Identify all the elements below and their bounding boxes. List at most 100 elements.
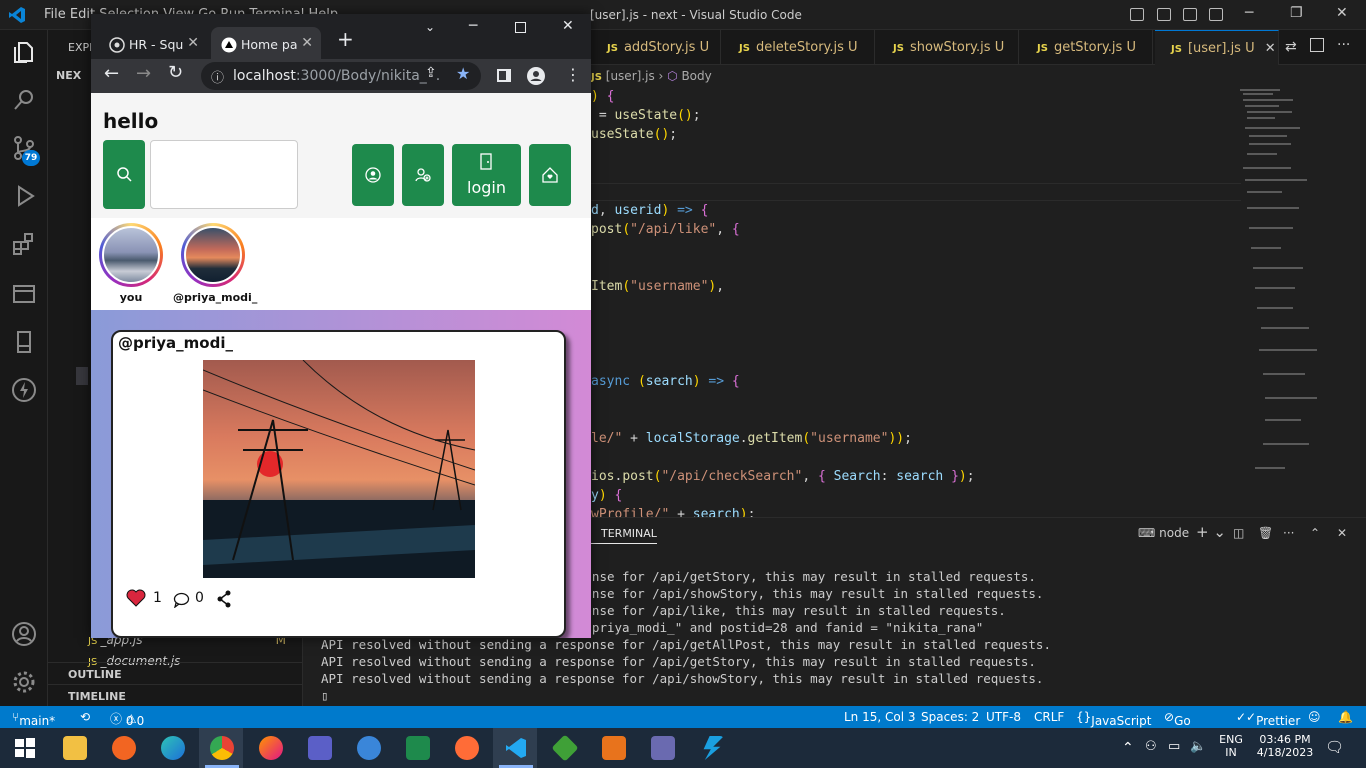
story-avatar-you[interactable] — [99, 223, 163, 287]
run-debug-icon[interactable] — [10, 182, 38, 210]
app-orange-icon[interactable] — [112, 736, 136, 760]
restore-icon[interactable]: ❐ — [1290, 5, 1303, 21]
post-author[interactable]: @priya_modi_ — [118, 334, 233, 352]
vscode-taskbar-icon[interactable] — [504, 736, 528, 760]
compare-icon[interactable]: ⇄ — [1285, 39, 1297, 55]
close-window-icon[interactable]: ✕ — [562, 18, 574, 34]
search-input[interactable] — [150, 140, 298, 209]
edge-icon[interactable] — [161, 736, 185, 760]
search-icon[interactable] — [10, 86, 38, 114]
tray-icon[interactable]: ⚇ — [1145, 739, 1157, 754]
forward-icon[interactable]: → — [136, 63, 151, 84]
folder-label[interactable]: NEX — [56, 69, 81, 82]
terminal-shell-selector[interactable]: ⌨ node — [1138, 526, 1189, 540]
back-icon[interactable]: ← — [104, 63, 119, 84]
browser-tab-home[interactable]: Home pa ✕ — [211, 27, 321, 62]
customize-layout-icon[interactable] — [1209, 8, 1223, 21]
kill-terminal-icon[interactable]: 🗑 — [1258, 526, 1273, 540]
thunder-client-icon[interactable] — [10, 376, 38, 404]
chrome-taskbar-icon[interactable] — [210, 736, 234, 760]
reload-icon[interactable]: ↻ — [168, 62, 183, 83]
home-button[interactable] — [529, 144, 571, 206]
app-chart-icon[interactable] — [406, 736, 430, 760]
feedback-icon[interactable]: ☺ — [1308, 710, 1321, 724]
node-icon[interactable] — [551, 734, 579, 762]
share-icon[interactable] — [216, 590, 232, 608]
cursor-position[interactable]: Ln 15, Col 3 — [844, 710, 916, 724]
new-terminal-icon[interactable]: + ⌄ — [1196, 523, 1226, 541]
profile-button[interactable] — [352, 144, 394, 206]
add-user-button[interactable] — [402, 144, 444, 206]
clock[interactable]: 03:46 PM 4/18/2023 — [1255, 733, 1315, 759]
app-network-icon[interactable] — [651, 736, 675, 760]
maximize-icon[interactable] — [515, 22, 526, 33]
login-button[interactable]: login — [452, 144, 521, 206]
toggle-sidebar-icon[interactable] — [1130, 8, 1144, 21]
site-info-icon[interactable]: ⓘ — [211, 67, 224, 86]
split-editor-icon[interactable] — [1310, 38, 1324, 52]
testing-icon[interactable] — [10, 328, 38, 356]
bookmark-star-icon[interactable]: ★ — [456, 64, 471, 83]
extensions-icon[interactable] — [10, 230, 38, 258]
tab-getstory[interactable]: JS getStory.js U — [1021, 30, 1153, 65]
close-icon[interactable]: ✕ — [1336, 5, 1348, 21]
xampp-icon[interactable] — [602, 736, 626, 760]
toggle-panel-icon[interactable] — [1157, 8, 1171, 21]
story-avatar-priya[interactable] — [181, 223, 245, 287]
share-icon[interactable]: ⇪ — [425, 65, 437, 81]
tab-search-icon[interactable]: ⌄ — [425, 20, 435, 34]
problems-status[interactable]: ⓧ 0 ⚠ 0 — [110, 710, 144, 728]
teams-icon[interactable] — [308, 736, 332, 760]
timeline-section[interactable]: TIMELINE — [48, 684, 303, 706]
profile-icon[interactable] — [527, 67, 545, 85]
line-ending[interactable]: CRLF — [1034, 710, 1064, 724]
tab-showstory[interactable]: JS showStory.js U — [877, 30, 1019, 65]
encoding[interactable]: UTF-8 — [986, 710, 1021, 724]
panel-more-icon[interactable]: ··· — [1283, 526, 1294, 540]
post-image[interactable] — [203, 360, 475, 578]
tab-addstory[interactable]: JS addStory.js U — [591, 30, 721, 65]
more-actions-icon[interactable]: ··· — [1337, 37, 1350, 53]
prettier[interactable]: ✓✓ Prettier — [1236, 710, 1300, 728]
chrome-menu-icon[interactable]: ⋮ — [565, 65, 581, 84]
remote-explorer-icon[interactable] — [10, 280, 38, 308]
terminal-tab[interactable]: TERMINAL — [591, 527, 657, 544]
like-heart-icon[interactable] — [126, 589, 146, 607]
minimize-icon[interactable]: ─ — [469, 18, 477, 34]
tab-deletestory[interactable]: JS deleteStory.js U — [723, 30, 875, 65]
go-live[interactable]: ⊘ Go Live — [1164, 710, 1199, 742]
input-language[interactable]: ENG IN — [1216, 733, 1246, 759]
network-icon[interactable]: ▭ — [1168, 739, 1180, 754]
side-panel-icon[interactable] — [497, 69, 511, 82]
maximize-panel-icon[interactable]: ⌃ — [1310, 526, 1320, 540]
sync-icon[interactable]: ⟲ — [80, 710, 90, 724]
windows-start-icon[interactable] — [13, 736, 37, 760]
indentation[interactable]: Spaces: 2 — [921, 710, 979, 724]
address-bar[interactable]: ⓘ localhost:3000/Body/nikita_... — [201, 62, 481, 90]
app-lightning-icon[interactable] — [703, 736, 724, 760]
close-tab-icon[interactable]: ✕ — [187, 35, 199, 51]
split-terminal-icon[interactable]: ◫ — [1233, 526, 1244, 540]
browser-tab-hr[interactable]: HR - Squ ✕ — [99, 27, 207, 62]
new-tab-icon[interactable]: + — [337, 27, 354, 51]
minimize-icon[interactable]: ─ — [1245, 5, 1253, 21]
close-tab-icon[interactable]: ✕ — [1265, 41, 1276, 56]
tab-user-js[interactable]: JS [user].js U ✕ — [1155, 30, 1279, 65]
toggle-secondary-sidebar-icon[interactable] — [1183, 8, 1197, 21]
outline-section[interactable]: OUTLINE — [48, 662, 303, 684]
firefox-icon[interactable] — [259, 736, 283, 760]
close-panel-icon[interactable]: ✕ — [1337, 526, 1347, 540]
comment-icon[interactable] — [173, 592, 190, 608]
language-mode[interactable]: {} JavaScript — [1076, 710, 1151, 728]
minimap[interactable] — [1235, 87, 1330, 497]
accounts-icon[interactable] — [10, 620, 38, 648]
notifications-icon[interactable]: 🔔 — [1338, 710, 1353, 724]
search-button[interactable] — [103, 140, 145, 209]
settings-gear-icon[interactable] — [10, 668, 38, 696]
action-center-icon[interactable]: 🗨 — [1325, 738, 1344, 756]
close-tab-icon[interactable]: ✕ — [301, 35, 313, 51]
postman-icon[interactable] — [455, 736, 479, 760]
app-cloud-icon[interactable] — [357, 736, 381, 760]
branch-status[interactable]: ⑂ main* — [12, 710, 55, 728]
explorer-icon[interactable] — [10, 38, 38, 66]
